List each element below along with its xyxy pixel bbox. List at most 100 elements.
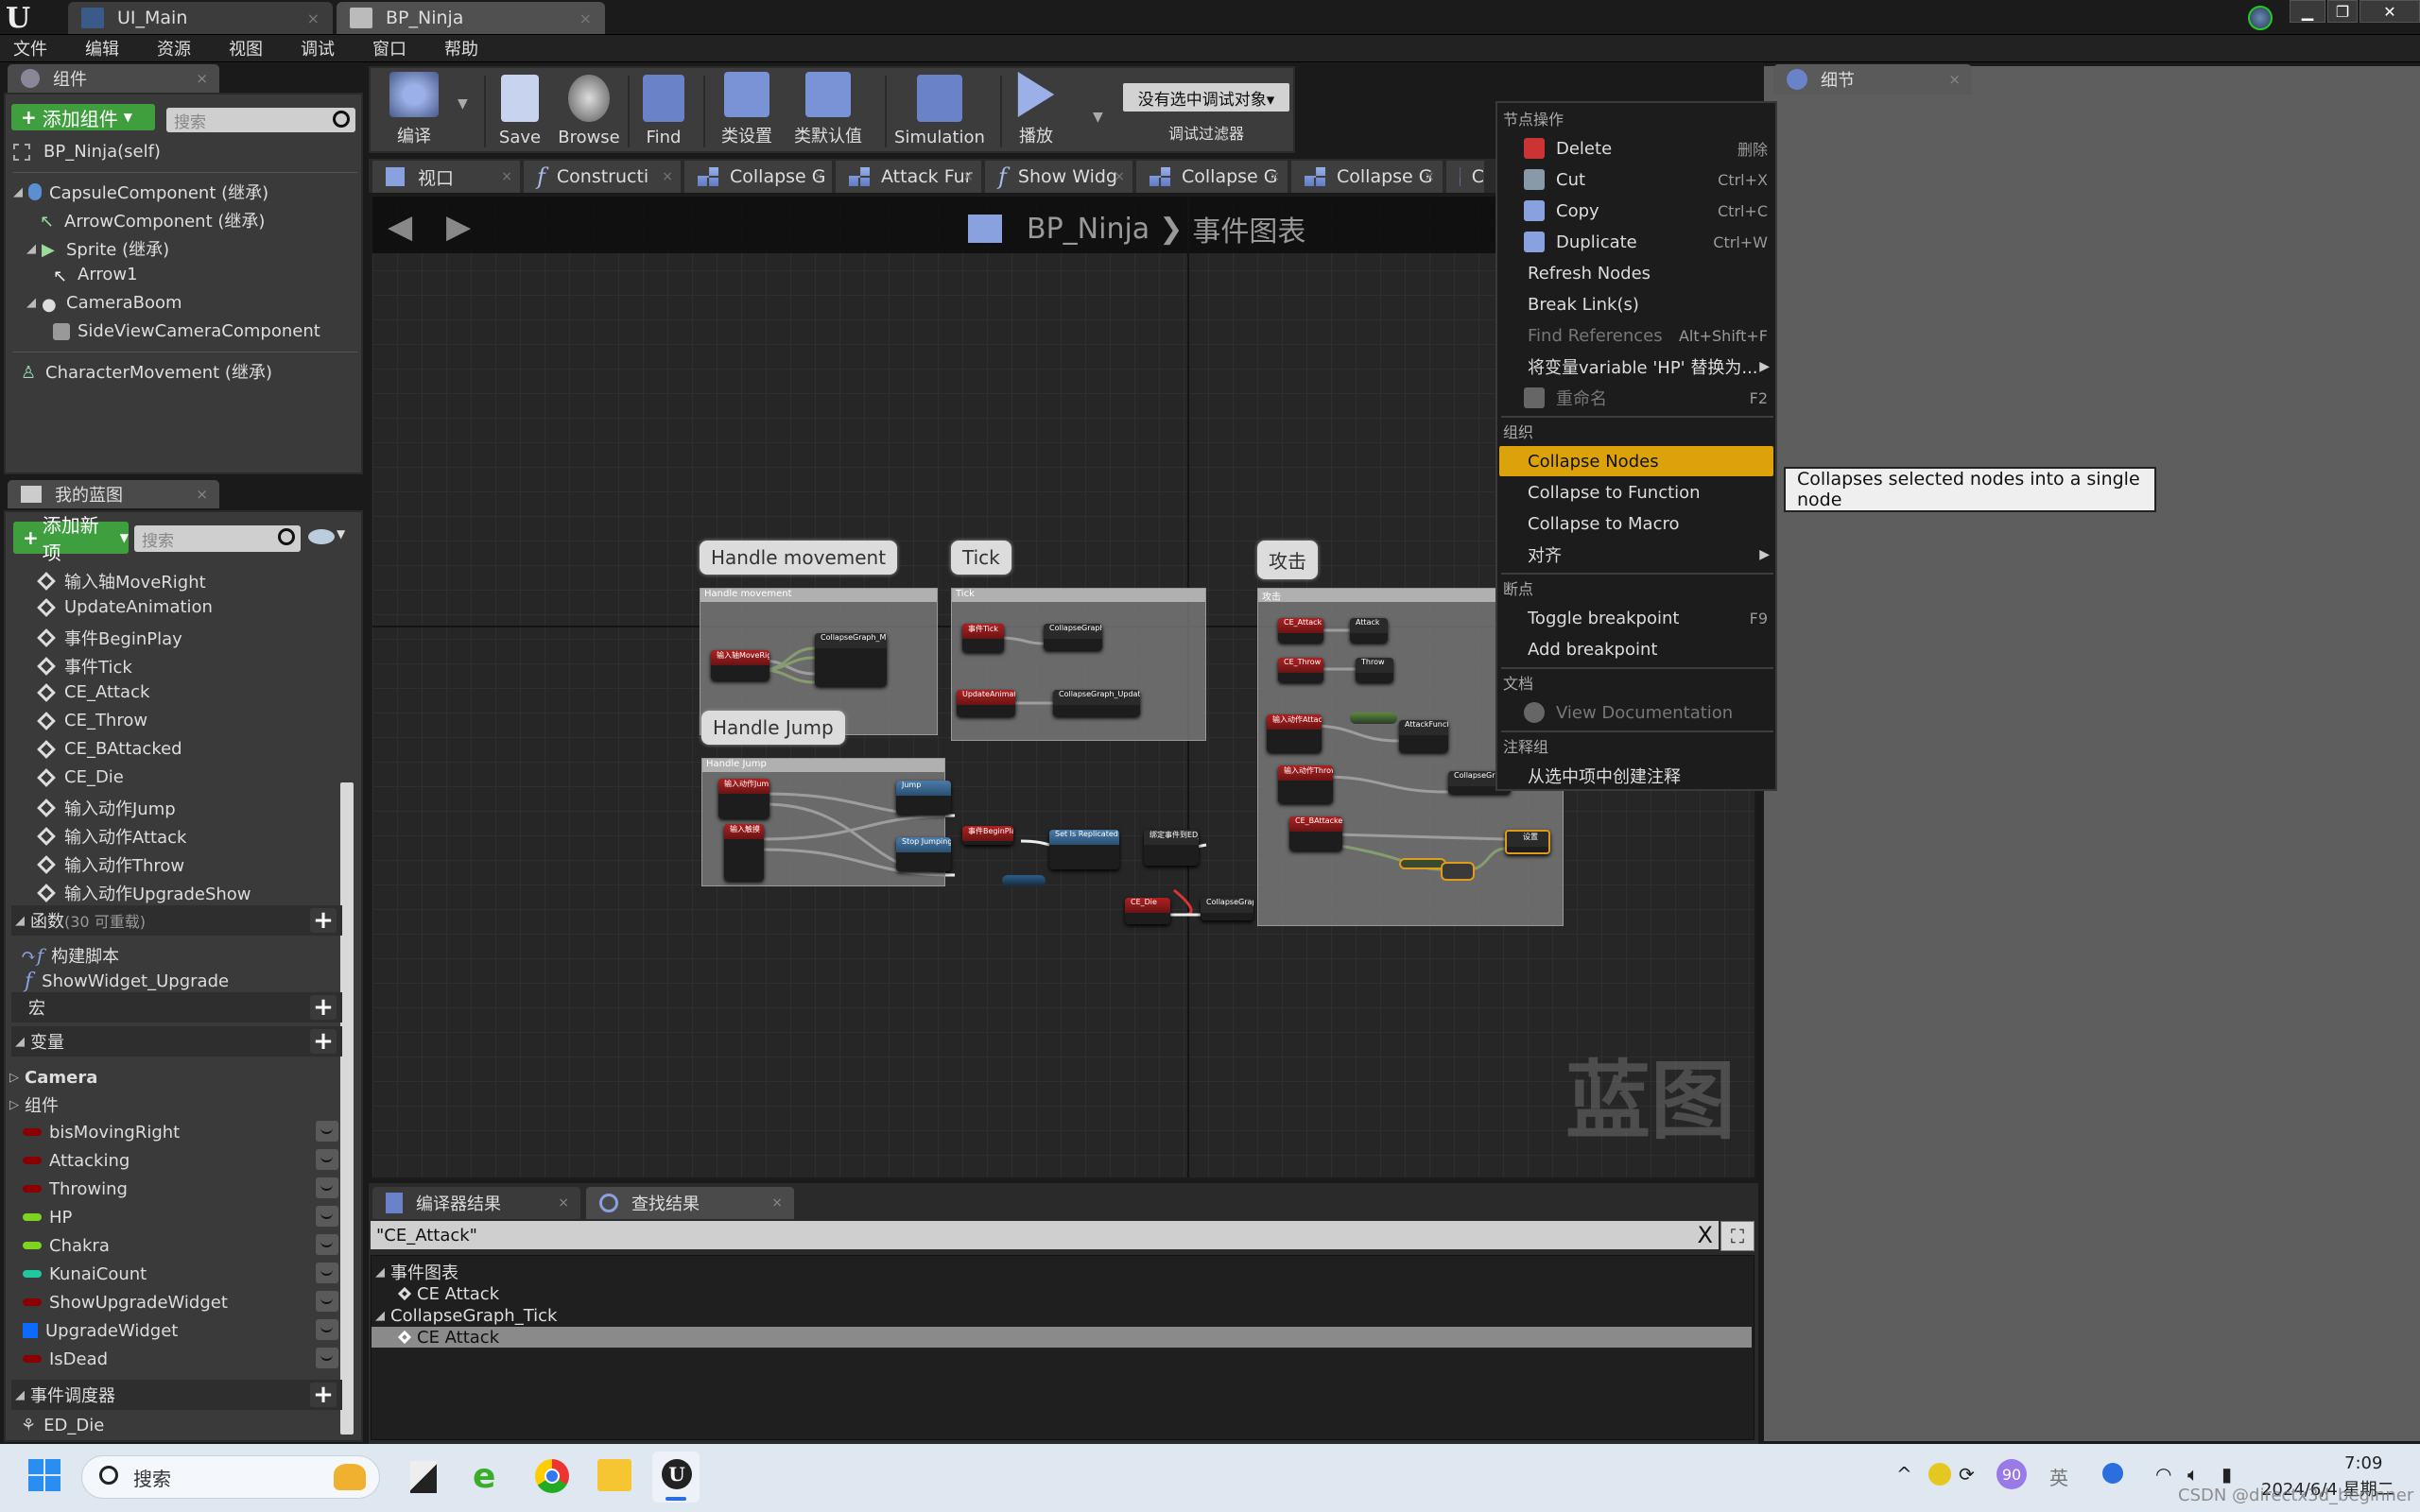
graph-item[interactable]: 事件BeginPlay [37, 626, 182, 650]
ie-browser-icon[interactable]: e [473, 1457, 495, 1496]
expand-icon[interactable]: ◢ [15, 914, 25, 928]
close-tab-icon[interactable]: × [1114, 169, 1125, 184]
expand-icon[interactable]: ◢ [375, 1265, 385, 1280]
event-node[interactable]: 输入动作Throw [1278, 765, 1333, 803]
close-tab-icon[interactable]: × [196, 486, 208, 503]
battery-icon[interactable]: ▮ [2221, 1463, 2232, 1486]
event-node[interactable]: CE_Attack [1278, 618, 1323, 643]
expand-icon[interactable]: ◢ [15, 1035, 25, 1049]
doc-tab-ui-main[interactable]: UI_Main × [68, 2, 333, 34]
graph-item[interactable]: CE_Die [37, 767, 124, 787]
close-tab-icon[interactable]: × [558, 1195, 569, 1211]
collapsed-graph-node[interactable]: Attack [1350, 618, 1388, 643]
event-node[interactable]: 输入动作Attack [1267, 714, 1322, 752]
browse-button[interactable]: Browse [556, 72, 622, 151]
collapsed-graph-node[interactable]: CollapseGraph_UpdateAnimation [1053, 690, 1140, 716]
add-function-button[interactable]: + [310, 906, 337, 935]
graph-tab[interactable]: f Show Widg × [985, 161, 1132, 193]
variable-category-camera[interactable]: ▷ Camera [9, 1068, 97, 1088]
task-view-icon[interactable] [410, 1461, 437, 1493]
visibility-eye-icon[interactable] [316, 1348, 338, 1368]
menu-item-refresh-nodes[interactable]: Refresh Nodes [1499, 258, 1773, 288]
simulation-button[interactable]: Simulation [892, 72, 987, 151]
close-tab-icon[interactable]: × [1424, 169, 1435, 184]
my-blueprint-tab[interactable]: 我的蓝图 × [8, 480, 219, 508]
event-node[interactable]: 事件BeginPlay [962, 826, 1013, 845]
add-macro-button[interactable]: + [310, 993, 337, 1022]
result-item[interactable]: CE Attack [372, 1283, 1752, 1304]
unreal-logo-icon[interactable]: U [6, 2, 43, 35]
variables-section-header[interactable]: ◢ 变量 + [11, 1026, 342, 1057]
event-node[interactable]: 输入轴MoveRight [711, 650, 769, 680]
function-node[interactable]: Jump [896, 781, 951, 815]
close-tab-icon[interactable]: × [579, 9, 592, 27]
expand-icon[interactable]: ▷ [9, 1071, 19, 1085]
tray-badge[interactable]: 90 [1996, 1459, 2027, 1489]
close-tab-icon[interactable]: × [307, 9, 320, 27]
comment-bubble[interactable]: Handle Jump [701, 711, 845, 745]
source-control-status-icon[interactable] [2248, 6, 2273, 30]
graph-item[interactable]: CE_Throw [37, 711, 147, 730]
visibility-eye-icon[interactable] [308, 529, 335, 544]
function-item[interactable]: ↷f 构建脚本 [21, 943, 119, 968]
taskbar-search[interactable]: 搜索 [81, 1455, 380, 1499]
chevron-down-icon[interactable]: ▼ [337, 527, 345, 541]
variable-item[interactable]: bisMovingRight [23, 1119, 344, 1145]
compile-button[interactable]: 编译 [384, 72, 444, 151]
menu-item-delete[interactable]: Delete 删除 [1499, 133, 1773, 163]
comment-bubble[interactable]: 攻击 [1257, 541, 1318, 579]
variable-item[interactable]: Chakra [23, 1232, 344, 1259]
component-root[interactable]: BP_Ninja(self) [13, 142, 161, 162]
function-node[interactable]: Stop Jumping [896, 837, 951, 871]
function-node[interactable]: Set Is Replicated [1049, 830, 1119, 869]
variable-get-node[interactable] [1399, 858, 1446, 869]
wifi-icon[interactable]: ◠ [2155, 1463, 2171, 1486]
graph-tab[interactable]: Collapse G × [1291, 161, 1443, 193]
menu-item[interactable]: 重命名 F2 [1499, 383, 1773, 413]
close-tab-icon[interactable]: × [771, 1195, 783, 1211]
menu-edit[interactable]: 编辑 [72, 36, 119, 60]
minimize-button[interactable]: ▁ [2290, 0, 2325, 23]
event-node[interactable]: CE_BAttacked [1289, 816, 1342, 850]
restore-button[interactable]: ❐ [2327, 0, 2358, 23]
event-node[interactable]: 输入触摸 [724, 824, 764, 881]
file-explorer-icon[interactable] [597, 1459, 631, 1491]
components-search-input[interactable]: 搜索 [166, 108, 355, 132]
play-button[interactable]: 播放 [1008, 72, 1064, 151]
graph-item[interactable]: 输入动作Jump [37, 796, 176, 820]
menu-file[interactable]: 文件 [0, 36, 47, 60]
play-options-chevron[interactable]: ▼ [1093, 110, 1103, 125]
my-blueprint-search-input[interactable]: 搜索 [134, 525, 301, 552]
component-item[interactable]: ↖ Arrow1 [53, 265, 138, 286]
event-node[interactable]: UpdateAnimation [957, 690, 1015, 716]
unreal-taskbar-button[interactable]: U [652, 1452, 700, 1503]
function-item[interactable]: f ShowWidget_Upgrade [25, 970, 229, 993]
expand-icon[interactable]: ◢ [26, 296, 36, 310]
close-tab-icon[interactable]: × [1269, 169, 1280, 184]
expand-icon[interactable]: ▷ [9, 1098, 19, 1112]
variable-item[interactable]: Throwing [23, 1176, 344, 1202]
components-tab[interactable]: 组件 × [8, 64, 219, 93]
close-tab-icon[interactable]: × [962, 169, 974, 184]
component-item[interactable]: ◢ CapsuleComponent (继承) [13, 180, 268, 204]
menu-item-collapse-to-macro[interactable]: Collapse to Macro [1499, 508, 1773, 539]
close-tab-icon[interactable]: × [662, 169, 673, 184]
expand-icon[interactable]: ◢ [13, 185, 23, 199]
functions-section-header[interactable]: ◢ 函数 (30 可重载) + [11, 905, 342, 936]
graph-item[interactable]: 输入动作UpgradeShow [37, 881, 251, 905]
show-hidden-icons[interactable]: ^ [1896, 1463, 1912, 1486]
game-tray-icon[interactable] [1928, 1463, 1951, 1486]
component-item[interactable]: ◢ ▶ Sprite (继承) [26, 236, 169, 261]
visibility-eye-icon[interactable] [316, 1291, 338, 1312]
menu-item-toggle-breakpoint[interactable]: Toggle breakpoint F9 [1499, 603, 1773, 633]
details-tab[interactable]: 细节 × [1773, 64, 1972, 94]
collapsed-graph-node[interactable]: CollapseGraph_MoveRight [815, 633, 887, 686]
close-tab-icon[interactable]: × [813, 169, 824, 184]
variable-get-node[interactable] [1350, 713, 1397, 724]
expand-icon[interactable]: ◢ [375, 1309, 385, 1323]
menu-view[interactable]: 视图 [216, 36, 263, 60]
menu-item-variable-hp[interactable]: 将变量variable 'HP' 替换为... ▶ [1499, 352, 1773, 382]
variable-category-components[interactable]: ▷ 组件 [9, 1092, 59, 1117]
save-button[interactable]: Save [492, 72, 548, 151]
result-group[interactable]: ◢ CollapseGraph_Tick [372, 1305, 1752, 1326]
